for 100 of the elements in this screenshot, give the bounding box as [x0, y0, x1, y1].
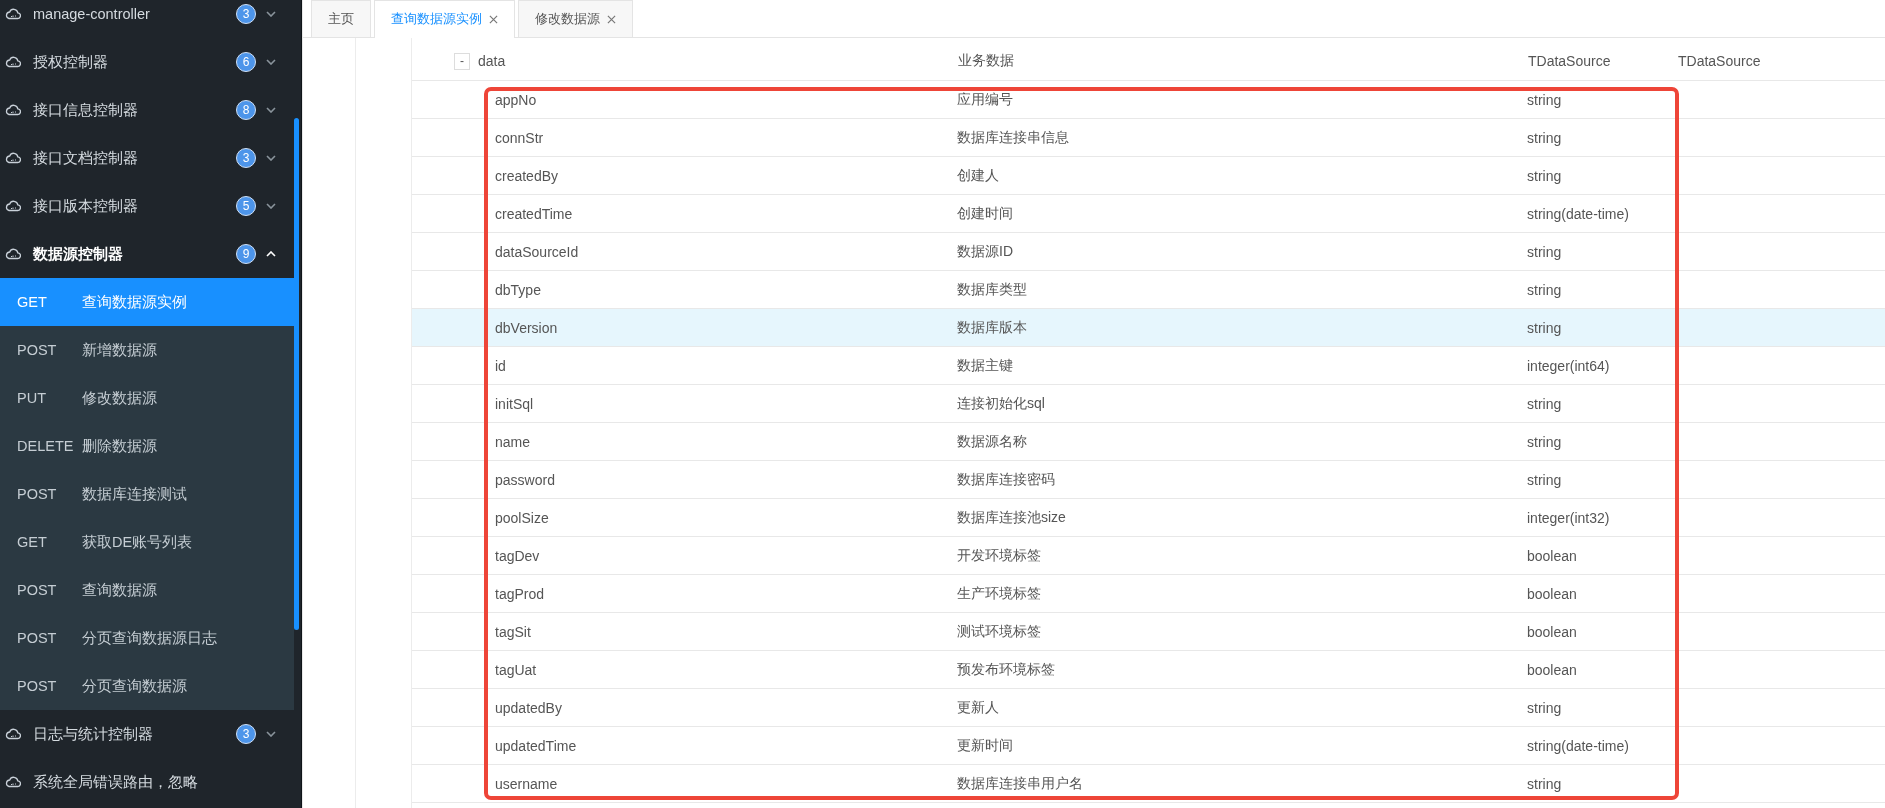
field-type: string(date-time)	[1527, 205, 1630, 222]
field-name: tagProd	[495, 585, 546, 602]
scrollbar-thumb[interactable]	[294, 118, 299, 630]
table-row[interactable]: tagSit 测试环境标签 boolean	[412, 613, 1885, 651]
endpoint-item[interactable]: POST 分页查询数据源	[0, 662, 294, 710]
table-row[interactable]: id 数据主键 integer(int64)	[412, 347, 1885, 385]
field-description: 数据库类型	[957, 280, 1028, 299]
field-name: connStr	[495, 129, 545, 146]
menu-group[interactable]: 授权控制器 6	[0, 38, 294, 86]
field-name: data	[478, 53, 507, 69]
chevron-icon	[266, 59, 276, 65]
field-type: boolean	[1527, 585, 1578, 602]
tab[interactable]: 主页	[311, 0, 371, 37]
count-badge: 6	[236, 52, 256, 72]
cloud-icon	[5, 776, 21, 788]
collapse-toggle[interactable]: -	[454, 52, 470, 70]
field-description: 数据库连接串用户名	[957, 774, 1084, 793]
field-description: 数据主键	[957, 356, 1014, 375]
field-type: string	[1527, 433, 1563, 450]
field-name: updatedBy	[495, 699, 563, 716]
table-row[interactable]: connStr 数据库连接串信息 string	[412, 119, 1885, 157]
field-type: boolean	[1527, 547, 1578, 564]
field-description: 生产环境标签	[957, 584, 1042, 603]
field-name: name	[495, 433, 532, 450]
field-schema: TDataSource	[1678, 53, 1761, 69]
count-badge: 3	[236, 148, 256, 168]
table-row[interactable]: dbVersion 数据库版本 string	[412, 309, 1885, 347]
field-type: boolean	[1527, 623, 1578, 640]
table-row[interactable]: updatedBy 更新人 string	[412, 689, 1885, 727]
cloud-icon	[5, 152, 21, 164]
field-description: 创建人	[957, 166, 1000, 185]
table-row[interactable]: tagUat 预发布环境标签 boolean	[412, 651, 1885, 689]
field-type: string	[1527, 699, 1563, 716]
table-row[interactable]: tagDev 开发环境标签 boolean	[412, 537, 1885, 575]
endpoint-item[interactable]: GET 获取DE账号列表	[0, 518, 294, 566]
chevron-icon	[266, 107, 276, 113]
table-row[interactable]: dataSourceId 数据源ID string	[412, 233, 1885, 271]
field-description: 应用编号	[957, 90, 1014, 109]
field-description: 数据源名称	[957, 432, 1028, 451]
field-name: updatedTime	[495, 737, 578, 754]
menu-group[interactable]: manage-controller 3	[0, 0, 294, 38]
tab[interactable]: 修改数据源	[518, 0, 633, 37]
field-name: tagUat	[495, 661, 538, 678]
field-name: tagSit	[495, 623, 532, 640]
close-icon[interactable]	[489, 15, 498, 24]
field-name: dbType	[495, 281, 542, 298]
menu-group[interactable]: 日志与统计控制器 3	[0, 710, 294, 758]
chevron-icon	[266, 251, 276, 257]
field-description: 数据库连接串信息	[957, 128, 1070, 147]
chevron-icon	[266, 155, 276, 161]
endpoint-item[interactable]: DELETE 删除数据源	[0, 422, 294, 470]
endpoint-item[interactable]: POST 查询数据源	[0, 566, 294, 614]
field-type: string	[1527, 243, 1563, 260]
menu-group[interactable]: 数据源控制器 9	[0, 230, 294, 278]
table-row[interactable]: poolSize 数据库连接池size integer(int32)	[412, 499, 1885, 537]
field-type: string	[1527, 395, 1563, 412]
table-row[interactable]: updatedTime 更新时间 string(date-time)	[412, 727, 1885, 765]
field-name: username	[495, 775, 559, 792]
cloud-icon	[5, 728, 21, 740]
endpoint-item[interactable]: POST 分页查询数据源日志	[0, 614, 294, 662]
table-row[interactable]: initSql 连接初始化sql string	[412, 385, 1885, 423]
field-description: 预发布环境标签	[957, 660, 1056, 679]
field-description: 连接初始化sql	[957, 394, 1046, 413]
count-badge: 3	[236, 4, 256, 24]
endpoint-item[interactable]: PUT 修改数据源	[0, 374, 294, 422]
endpoint-item[interactable]: POST 新增数据源	[0, 326, 294, 374]
menu-group[interactable]: 接口版本控制器 5	[0, 182, 294, 230]
field-name: dbVersion	[495, 319, 559, 336]
field-type: string	[1527, 775, 1563, 792]
chevron-icon	[266, 203, 276, 209]
field-type: boolean	[1527, 661, 1578, 678]
endpoint-item[interactable]: POST 数据库连接测试	[0, 470, 294, 518]
field-type: string(date-time)	[1527, 737, 1630, 754]
field-type: string	[1527, 167, 1563, 184]
count-badge: 5	[236, 196, 256, 216]
field-name: password	[495, 471, 556, 488]
cloud-icon	[5, 8, 21, 20]
close-icon[interactable]	[607, 14, 616, 24]
cloud-icon	[5, 248, 21, 260]
table-row[interactable]: name 数据源名称 string	[412, 423, 1885, 461]
table-row[interactable]: appNo 应用编号 string	[412, 81, 1885, 119]
table-row[interactable]: username 数据库连接串用户名 string	[412, 765, 1885, 803]
table-row[interactable]: createdBy 创建人 string	[412, 157, 1885, 195]
field-description: 数据库连接池size	[957, 508, 1067, 527]
table-row[interactable]: tagProd 生产环境标签 boolean	[412, 575, 1885, 613]
field-name: id	[495, 357, 507, 374]
field-name: createdTime	[495, 205, 574, 222]
field-name: poolSize	[495, 509, 550, 526]
field-type: string	[1527, 129, 1563, 146]
field-name: initSql	[495, 395, 535, 412]
menu-group[interactable]: 接口文档控制器 3	[0, 134, 294, 182]
field-name: appNo	[495, 91, 538, 108]
field-type: TDataSource	[1528, 53, 1612, 69]
field-name: tagDev	[495, 547, 541, 564]
table-row[interactable]: password 数据库连接密码 string	[412, 461, 1885, 499]
field-name: createdBy	[495, 167, 560, 184]
field-type: string	[1527, 471, 1563, 488]
menu-group[interactable]: 系统全局错误路由，忽略	[0, 758, 294, 806]
table-row[interactable]: createdTime 创建时间 string(date-time)	[412, 195, 1885, 233]
menu-group[interactable]: 接口信息控制器 8	[0, 86, 294, 134]
